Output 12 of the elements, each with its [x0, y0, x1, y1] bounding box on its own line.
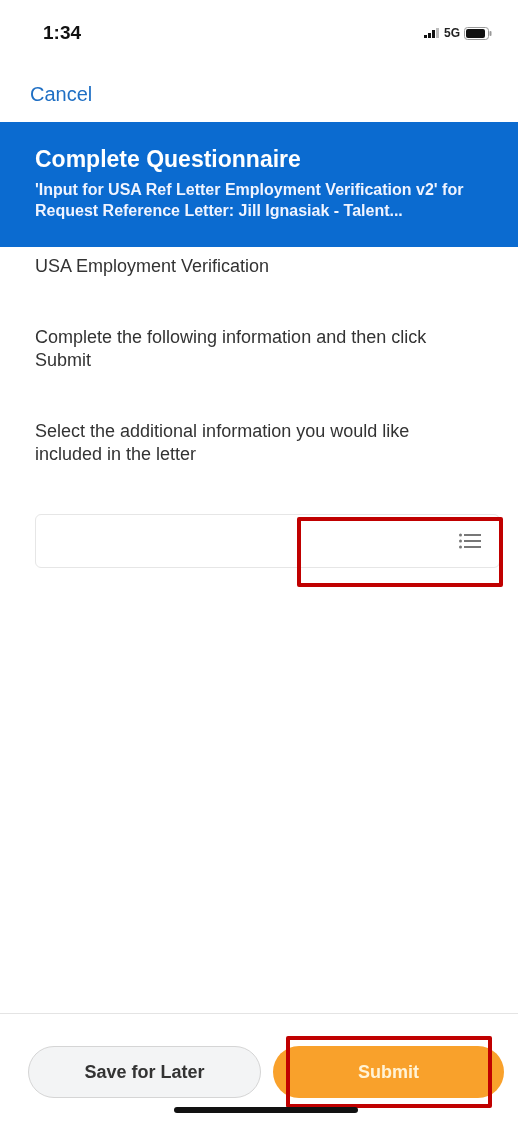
list-icon [459, 533, 481, 549]
page-subtitle: 'Input for USA Ref Letter Employment Verification v2' for Request Reference Letter: Jill Ignasiak - Talent... [35, 180, 465, 221]
page-title: Complete Questionnaire [35, 146, 302, 173]
signal-icon [424, 28, 440, 38]
battery-icon [464, 26, 492, 40]
cancel-link[interactable]: Cancel [30, 82, 93, 106]
network-label: 5G [444, 26, 460, 40]
section-title: USA Employment Verification [35, 255, 271, 278]
status-time: 1:34 [43, 22, 82, 44]
instruction-text: Complete the following information and then click Submit [35, 326, 428, 372]
save-button[interactable]: Save for Later [28, 1046, 261, 1098]
instruction-text: Select the additional information you would like included in the letter [35, 420, 411, 466]
